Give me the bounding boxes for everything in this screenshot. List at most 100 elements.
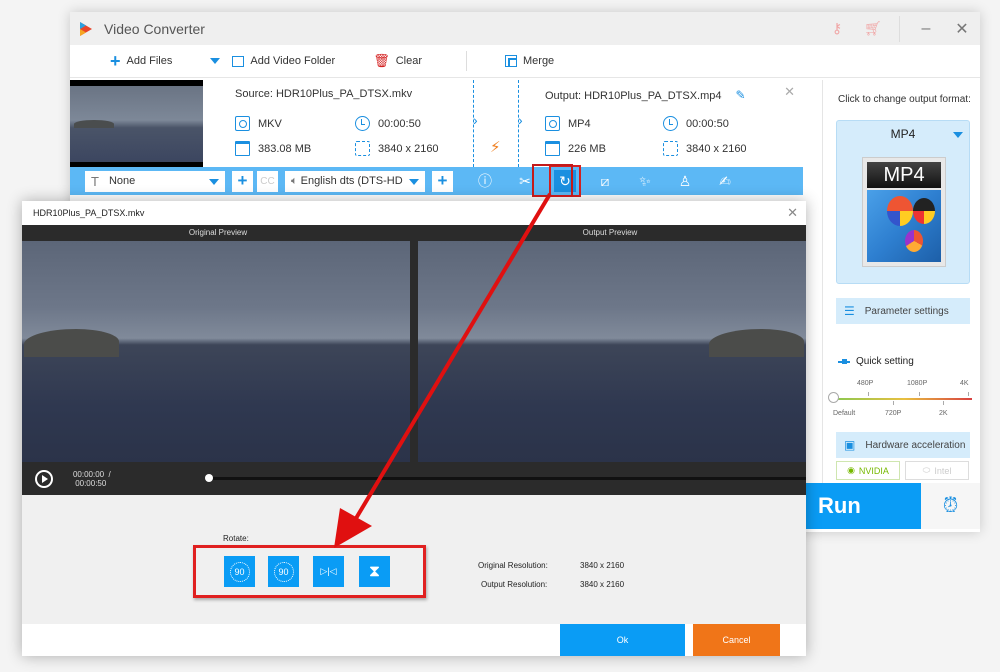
rotate-cw-icon: 90 xyxy=(273,561,294,582)
source-size: 383.08 MB xyxy=(235,141,311,156)
original-resolution-label: Original Resolution: xyxy=(478,561,548,570)
merge-label: Merge xyxy=(523,55,555,67)
subtitle-select[interactable]: T None xyxy=(85,170,225,192)
original-preview xyxy=(22,241,410,462)
clear-label: Clear xyxy=(395,55,422,67)
run-button[interactable]: Run xyxy=(806,483,921,529)
edit-pencil-icon[interactable]: ✎ xyxy=(735,88,745,102)
app-logo-icon xyxy=(80,21,92,36)
quick-setting-label: Quick setting xyxy=(838,356,914,367)
parameter-settings-button[interactable]: ☰ Parameter settings xyxy=(836,298,970,324)
minimize-button[interactable]: – xyxy=(908,20,944,38)
output-size: 226 MB xyxy=(545,141,606,156)
source-info: Source: HDR10Plus_PA_DTSX.mkv MKV 00:00:… xyxy=(235,80,465,167)
play-button[interactable] xyxy=(35,469,53,488)
divider xyxy=(466,51,467,71)
output-resolution-value: 3840 x 2160 xyxy=(580,580,625,589)
watermark-icon[interactable]: ♙ xyxy=(674,170,696,192)
clear-button[interactable]: 🗑︎ Clear xyxy=(373,53,422,69)
add-files-button[interactable]: + Add Files xyxy=(110,52,172,70)
quality-slider-handle[interactable] xyxy=(828,392,839,403)
cart-icon[interactable]: 🛒︎ xyxy=(855,20,891,37)
resolution-icon xyxy=(355,141,370,156)
close-button[interactable]: ✕ xyxy=(944,19,980,39)
rotate-icon[interactable]: ↻ xyxy=(549,165,581,197)
app-title: Video Converter xyxy=(104,20,205,37)
scissors-icon[interactable]: ✂ xyxy=(514,170,536,192)
file-item[interactable]: Source: HDR10Plus_PA_DTSX.mkv MKV 00:00:… xyxy=(70,80,803,167)
rotate-left-90-button[interactable]: 90 xyxy=(224,556,255,587)
effects-icon[interactable]: ✨︎ xyxy=(634,170,656,192)
remove-file-button[interactable]: ✕ xyxy=(784,84,795,100)
chevron-down-icon xyxy=(209,178,219,185)
rotate-dialog: HDR10Plus_PA_DTSX.mkv ✕ Original Preview… xyxy=(22,201,806,656)
cancel-button[interactable]: Cancel xyxy=(693,624,780,656)
divider xyxy=(899,15,900,42)
rotate-right-90-button[interactable]: 90 xyxy=(268,556,299,587)
dialog-title-bar: HDR10Plus_PA_DTSX.mkv ✕ xyxy=(22,201,806,225)
hardware-acceleration-button[interactable]: ▣ Hardware acceleration xyxy=(836,432,970,458)
output-format-selector[interactable]: MP4 MP4 xyxy=(836,120,970,284)
tick-label: 2K xyxy=(939,410,948,417)
edit-toolbar: T None + CC 🔈︎ English dts (DTS-HD + ⓘ ✂… xyxy=(70,165,803,197)
merge-icon xyxy=(505,55,517,67)
video-thumbnail[interactable] xyxy=(70,80,203,167)
seek-bar[interactable] xyxy=(205,474,806,482)
video-format-icon xyxy=(545,116,560,131)
flip-vertical-icon: ⧗ xyxy=(368,562,381,580)
resolution-icon xyxy=(663,141,678,156)
rotate-ccw-icon: 90 xyxy=(229,561,250,582)
video-format-icon xyxy=(235,116,250,131)
subtitle-value: None xyxy=(108,175,136,187)
add-subtitle-button[interactable]: + xyxy=(232,170,253,192)
seek-handle[interactable] xyxy=(205,474,214,482)
intel-button[interactable]: ⬭ Intel xyxy=(905,461,969,480)
window-controls: ⚷ 🛒︎ – ✕ xyxy=(819,12,980,45)
crop-icon[interactable]: ⧄ xyxy=(594,170,616,192)
quality-slider[interactable] xyxy=(836,398,972,400)
add-files-label: Add Files xyxy=(126,55,173,67)
source-resolution: 3840 x 2160 xyxy=(355,141,439,156)
info-icon[interactable]: ⓘ xyxy=(474,170,496,192)
output-format: MP4 xyxy=(545,116,591,131)
output-filename[interactable]: Output: HDR10Plus_PA_DTSX.mp4 ✎ xyxy=(545,88,746,102)
alarm-clock-icon[interactable]: ⏰︎ xyxy=(921,483,980,529)
playback-controls: 00:00:00 / 00:00:50 xyxy=(22,462,806,495)
tick xyxy=(868,392,869,396)
output-resolution: 3840 x 2160 xyxy=(663,141,747,156)
ok-button[interactable]: Ok xyxy=(560,624,685,656)
tick-label: 4K xyxy=(960,380,969,387)
audio-track-value: English dts (DTS-HD xyxy=(300,175,403,187)
format-name: MP4 xyxy=(890,127,916,141)
audio-track-select[interactable]: 🔈︎ English dts (DTS-HD xyxy=(285,170,425,192)
add-folder-label: Add Video Folder xyxy=(250,55,336,67)
cc-button[interactable]: CC xyxy=(257,170,278,192)
preview-header: Original Preview Output Preview xyxy=(22,225,806,241)
tick-label: 480P xyxy=(857,380,874,387)
sliders-icon: ☰ xyxy=(844,304,855,318)
rotate-label: Rotate: xyxy=(223,534,249,543)
flip-horizontal-button[interactable]: ▷|◁ xyxy=(313,556,344,587)
merge-button[interactable]: Merge xyxy=(505,55,554,67)
original-resolution-value: 3840 x 2160 xyxy=(580,561,625,570)
add-folder-button[interactable]: Add Video Folder xyxy=(232,55,335,67)
nvidia-logo-icon: ◉ xyxy=(847,465,855,475)
output-info: Output: HDR10Plus_PA_DTSX.mp4 ✎ MP4 00:00… xyxy=(545,80,795,167)
chip-icon: ▣ xyxy=(844,438,856,452)
key-icon[interactable]: ⚷ xyxy=(819,20,855,37)
chevron-down-icon xyxy=(210,58,221,64)
add-audio-button[interactable]: + xyxy=(432,170,453,192)
folder-icon xyxy=(232,55,245,67)
tick-label: 1080P xyxy=(907,380,928,387)
source-filename: Source: HDR10Plus_PA_DTSX.mkv xyxy=(235,88,413,100)
time-display: 00:00:00 / 00:00:50 xyxy=(72,469,111,488)
add-files-dropdown[interactable] xyxy=(210,58,221,64)
file-size-icon xyxy=(235,141,250,156)
flip-vertical-button[interactable]: ⧗ xyxy=(359,556,390,587)
nvidia-button[interactable]: ◉ NVIDIA xyxy=(836,461,900,480)
dialog-close-button[interactable]: ✕ xyxy=(787,205,798,221)
source-format: MKV xyxy=(235,116,282,131)
subtitle-edit-icon[interactable]: ✍︎ xyxy=(714,170,736,192)
chevron-right-icon: › xyxy=(518,112,523,128)
chevron-down-icon xyxy=(409,178,419,185)
